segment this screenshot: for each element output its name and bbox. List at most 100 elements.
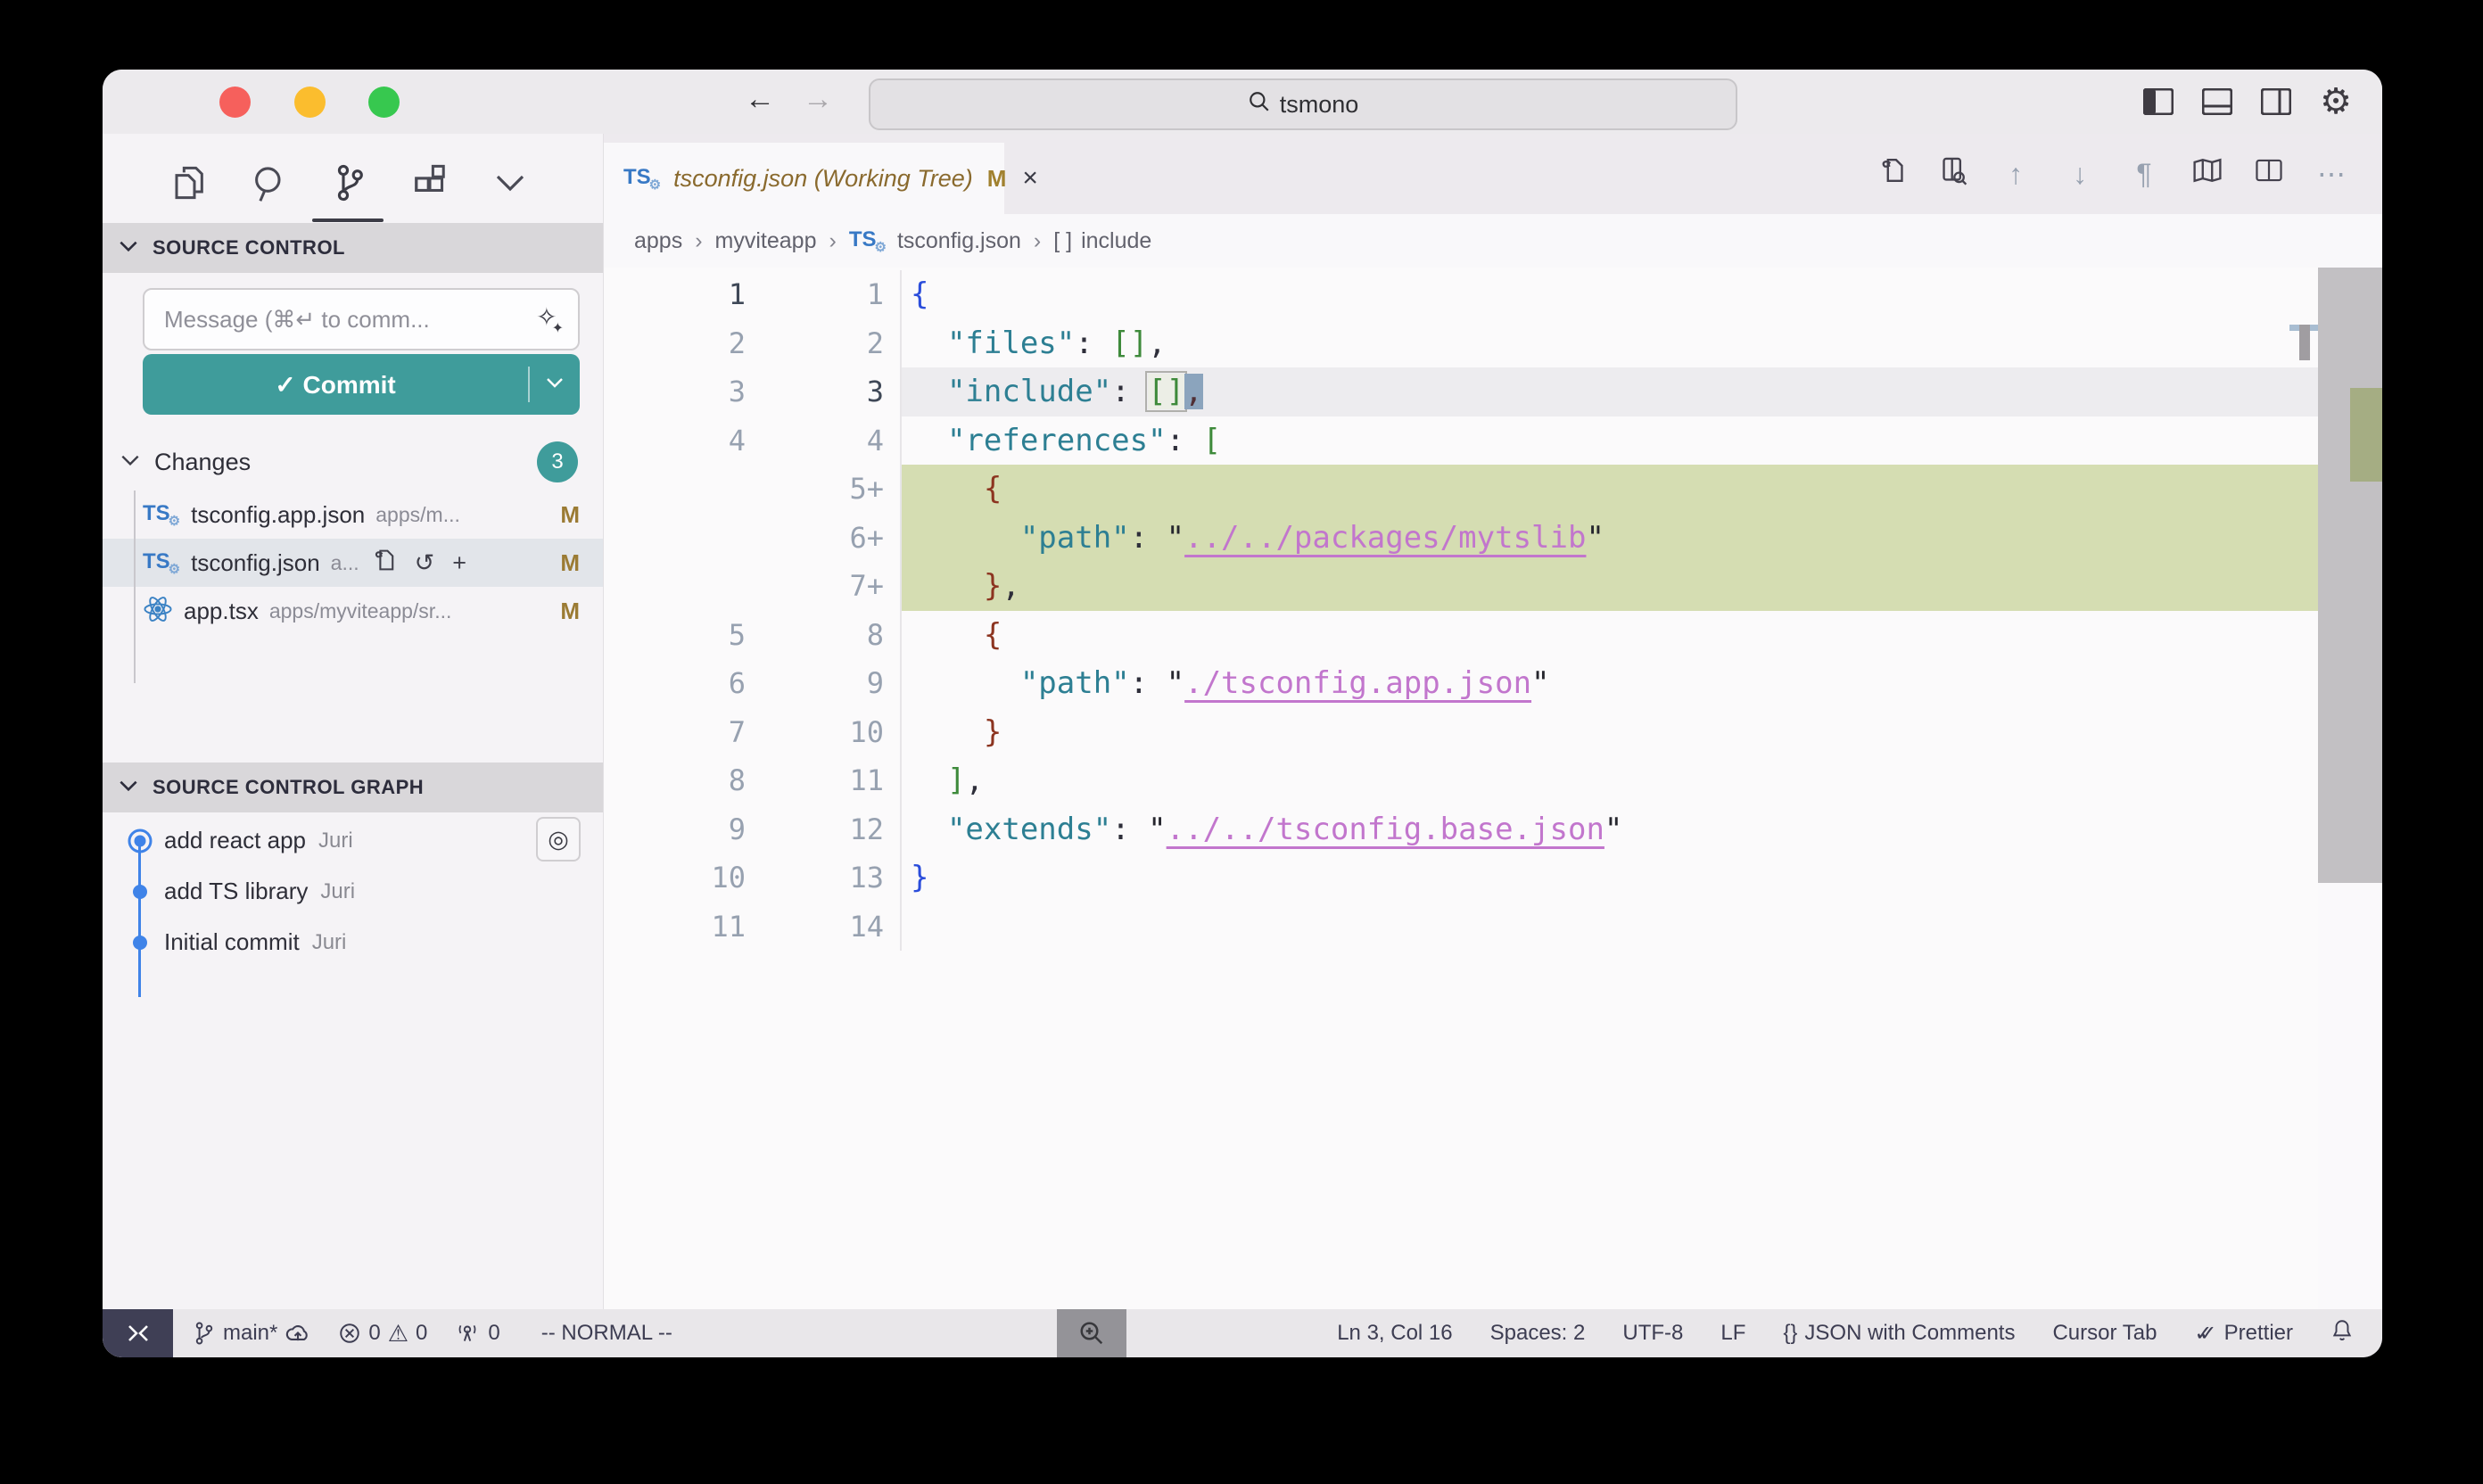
old-line-number: 10 [604,861,786,895]
command-center-search[interactable]: tsmono [869,78,1737,130]
vim-mode-text: -- NORMAL -- [541,1321,672,1346]
source-control-icon[interactable] [331,162,368,208]
more-views-chevron-icon[interactable] [491,169,529,201]
code-line[interactable]: 811 ], [604,756,2318,805]
old-line-number: 6 [604,666,786,700]
tab-modified-badge: M [987,165,1007,193]
code-text: { [900,465,2318,514]
discard-changes-icon[interactable]: ↺ [415,549,435,577]
code-line[interactable]: 33 "include": [], [604,367,2318,416]
problems-status-item[interactable]: 0 ⚠ 0 [338,1320,427,1348]
breadcrumb-include[interactable]: include [1081,228,1151,254]
diff-editor[interactable]: 11{22 "files": [],33 "include": [],44 "r… [604,268,2318,1309]
branch-status-item[interactable]: main* [193,1320,311,1347]
code-line[interactable]: 912 "extends": "../../tsconfig.base.json… [604,805,2318,854]
extensions-icon[interactable] [411,163,449,207]
breadcrumb-separator: › [1034,228,1041,254]
search-sidebar-icon[interactable] [251,163,288,207]
cursor-tab-item[interactable]: Cursor Tab [2052,1321,2157,1346]
commit-row[interactable]: add react appJuri [103,815,603,866]
source-control-section-header[interactable]: SOURCE CONTROL [103,223,603,273]
file-name: tsconfig.app.json [191,501,365,529]
commit-author: Juri [320,879,355,904]
code-line[interactable]: 58 { [604,611,2318,660]
encoding-item[interactable]: UTF-8 [1622,1321,1683,1346]
new-line-number: 2 [786,326,900,360]
toggle-secondary-sidebar-icon[interactable] [2261,88,2291,115]
goto-current-commit-icon[interactable]: ◎ [536,817,581,862]
new-line-number: 13 [786,861,900,895]
remote-indicator[interactable] [103,1309,173,1357]
commit-author: Juri [312,930,347,955]
commit-list: add react appJuriadd TS libraryJuriIniti… [103,815,603,968]
zoom-status-item[interactable] [1057,1309,1126,1357]
navigate-forward-icon[interactable]: → [798,82,837,117]
editor-scrollbar[interactable] [2318,268,2382,1309]
commit-message-input[interactable]: Message (⌘↵ to comm... ✧✦ [143,288,580,350]
close-window-button[interactable] [219,87,251,118]
code-line[interactable]: 6+ "path": "../../packages/mytslib" [604,514,2318,563]
vscode-window: ← → tsmono ⚙ SOURCE CONTROL Message (⌘↵ [103,70,2382,1357]
changed-file-row[interactable]: TS⚙tsconfig.app.jsonapps/m...M [103,491,603,539]
commit-dropdown-chevron-icon[interactable] [530,375,580,394]
toggle-panel-icon[interactable] [2202,88,2232,115]
commit-row[interactable]: add TS libraryJuri [103,866,603,917]
commit-row[interactable]: Initial commit Juri [103,917,603,968]
code-line[interactable]: 11{ [604,270,2318,319]
breadcrumb-myviteapp[interactable]: myviteapp [715,228,817,254]
generate-commit-message-icon[interactable]: ✧✦ [536,302,564,337]
changed-file-row[interactable]: app.tsxapps/myviteapp/sr...M [103,587,603,635]
changed-file-row[interactable]: TS⚙tsconfig.jsona...↺+M [103,539,603,587]
tab-close-icon[interactable]: × [1022,163,1038,194]
notifications-bell-icon[interactable] [2330,1318,2354,1349]
navigate-back-icon[interactable]: ← [740,82,780,117]
changed-files-list: TS⚙tsconfig.app.jsonapps/m...MTS⚙tsconfi… [103,491,603,635]
stage-changes-icon[interactable]: + [452,549,466,577]
next-change-icon[interactable]: ↓ [2064,158,2096,191]
language-mode-item[interactable]: {} JSON with Comments [1783,1321,2015,1346]
error-count: 0 [368,1321,380,1346]
code-line[interactable]: 7+ }, [604,562,2318,611]
sidebar: SOURCE CONTROL Message (⌘↵ to comm... ✧✦… [103,134,603,1309]
check-icon: ✓ [275,371,295,399]
breadcrumb-tsconfig[interactable]: tsconfig.json [897,228,1021,254]
breadcrumb-apps[interactable]: apps [634,228,682,254]
inline-view-icon[interactable] [1939,155,1967,193]
code-line[interactable]: 44 "references": [ [604,416,2318,466]
eol-item[interactable]: LF [1720,1321,1745,1346]
previous-change-icon[interactable]: ↑ [2000,158,2032,191]
more-actions-icon[interactable]: ⋯ [2315,157,2347,191]
split-editor-icon[interactable] [2255,157,2283,191]
search-icon [1248,90,1271,120]
code-line[interactable]: 1013} [604,853,2318,903]
tab-tsconfig-working-tree[interactable]: TS⚙ tsconfig.json (Working Tree) M × [604,143,1004,214]
scrollbar-thumb[interactable] [2318,268,2382,883]
formatter-item[interactable]: ✓✓ Prettier [2194,1321,2293,1347]
commit-button[interactable]: ✓ Commit [143,354,580,415]
open-file-icon[interactable] [372,547,397,580]
vim-mode-indicator[interactable]: -- NORMAL -- [541,1321,672,1346]
minimize-window-button[interactable] [294,87,326,118]
render-whitespace-icon[interactable]: ¶ [2128,158,2160,191]
indentation-item[interactable]: Spaces: 2 [1490,1321,1586,1346]
code-line[interactable]: 710 } [604,708,2318,757]
open-file-icon[interactable] [1878,155,1907,193]
file-row-actions: ↺+ [372,547,466,580]
toggle-sidebar-icon[interactable] [2143,88,2174,115]
commit-message: Initial commit [164,928,300,956]
maximize-window-button[interactable] [368,87,400,118]
new-line-number: 5+ [786,472,900,506]
graph-collapse-chevron-icon [117,776,140,799]
branch-name: main* [223,1321,277,1346]
cursor-position-item[interactable]: Ln 3, Col 16 [1337,1321,1452,1346]
map-icon[interactable] [2192,157,2223,191]
explorer-icon[interactable] [172,163,208,207]
code-line[interactable]: 69 "path": "./tsconfig.app.json" [604,659,2318,708]
changes-header-row[interactable]: Changes 3 [103,441,603,482]
code-line[interactable]: 22 "files": [], [604,319,2318,368]
source-control-graph-section-header[interactable]: SOURCE CONTROL GRAPH [103,763,603,812]
code-line[interactable]: 5+ { [604,465,2318,514]
code-line[interactable]: 1114 [604,903,2318,952]
settings-gear-icon[interactable]: ⚙ [2320,81,2352,122]
ports-status-item[interactable]: 0 [454,1321,499,1346]
